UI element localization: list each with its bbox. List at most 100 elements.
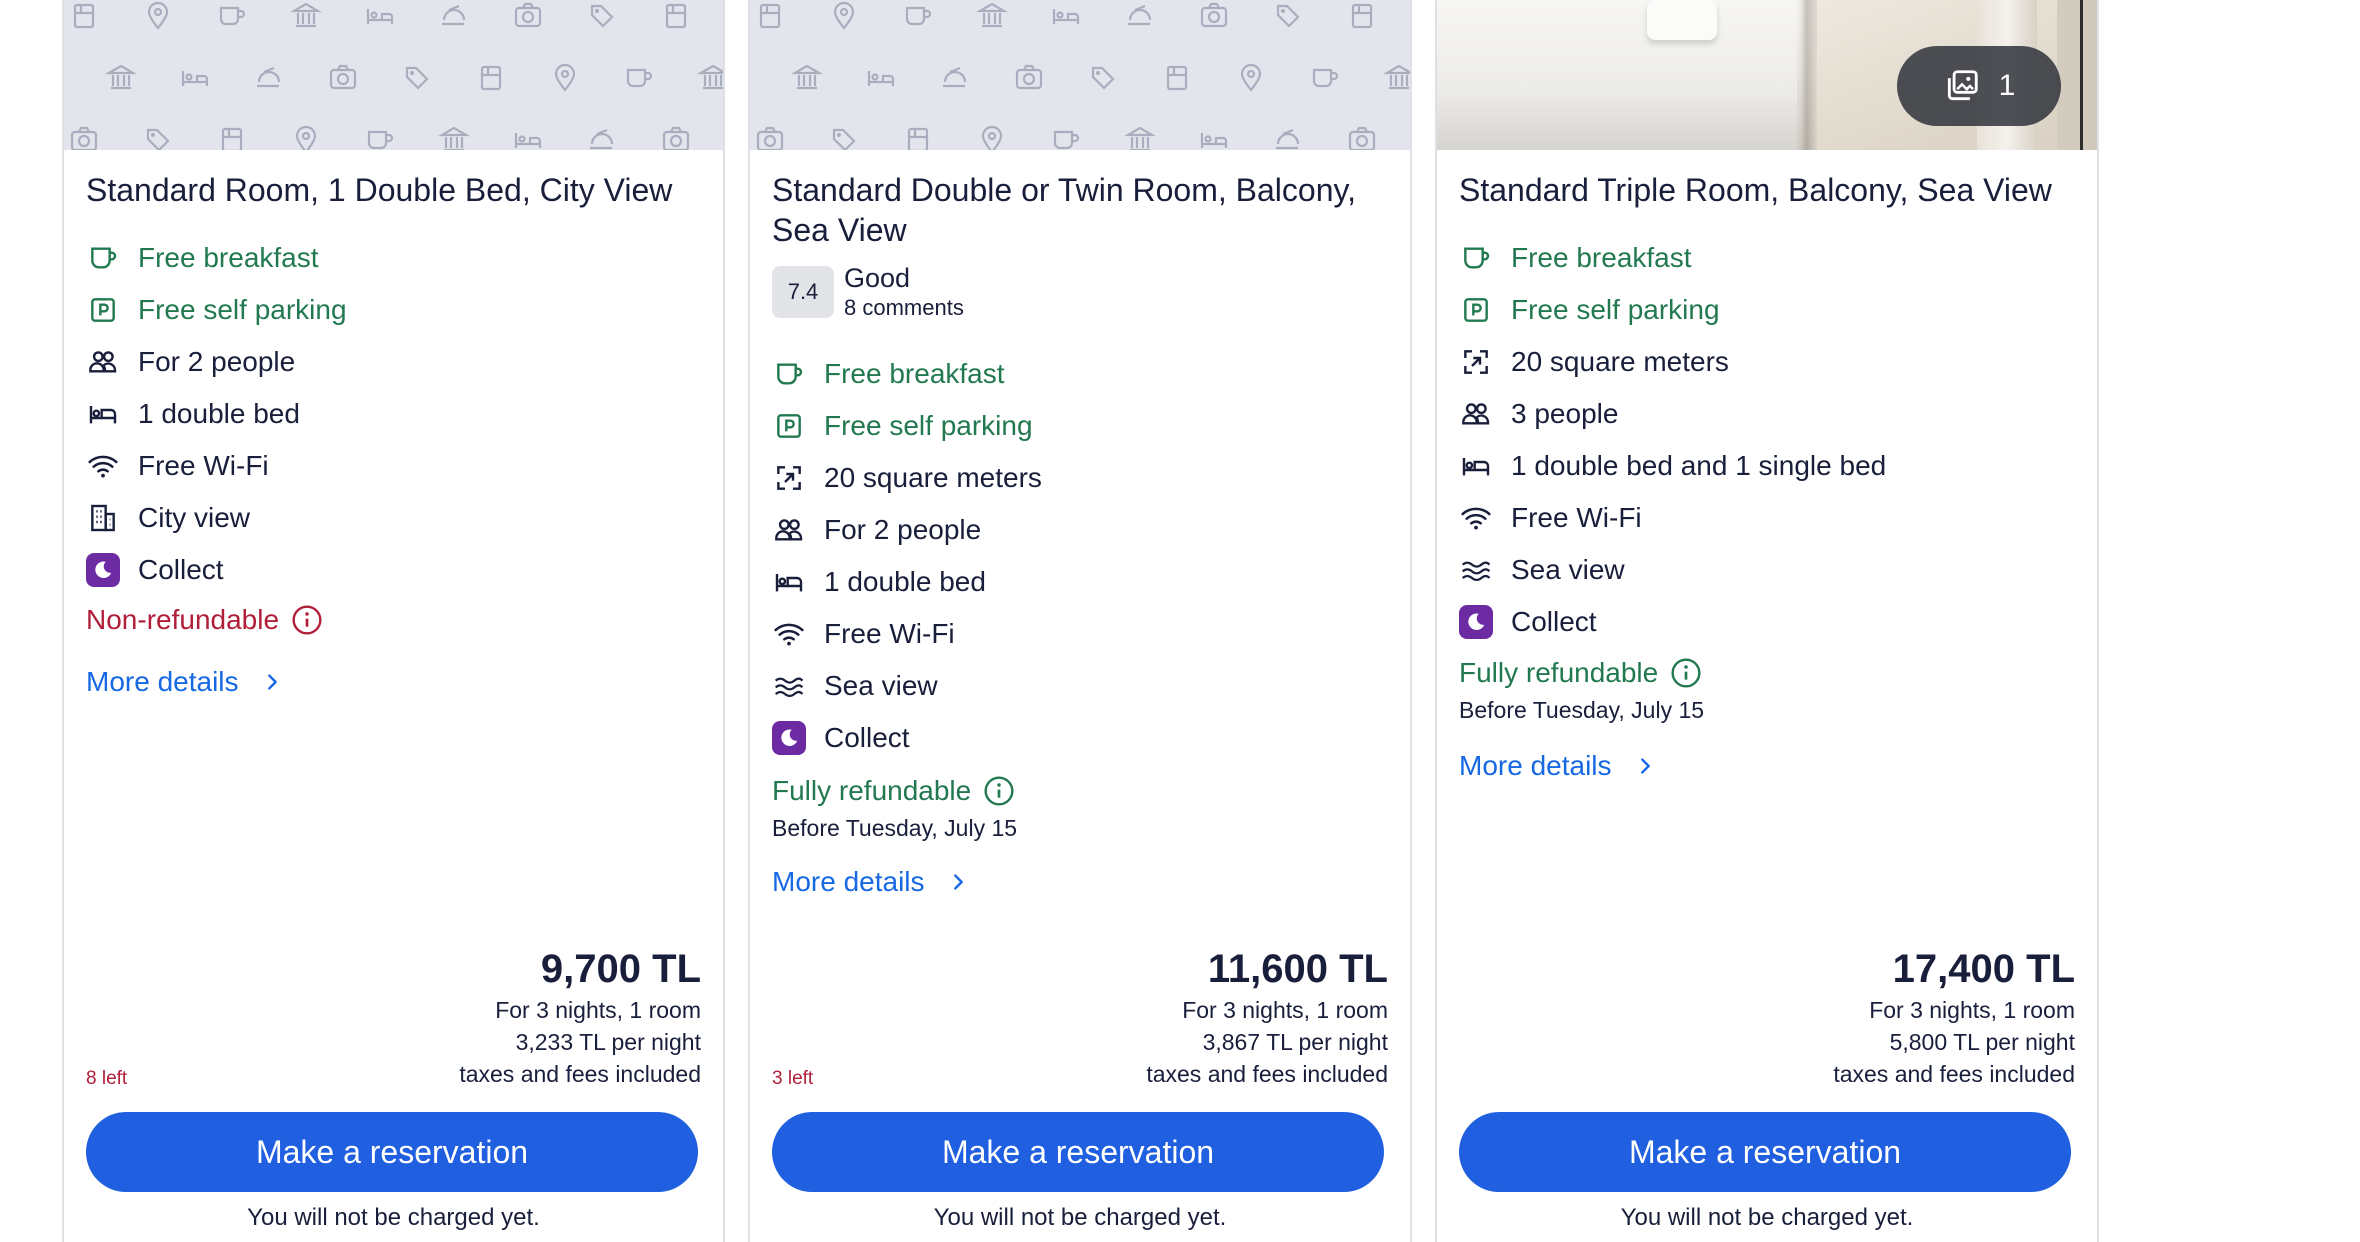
feature-label: Free self parking [1511, 294, 1720, 325]
price-per-night: 3,233 TL per night [515, 1029, 701, 1055]
parking-icon [1459, 293, 1493, 327]
feature-item: Sea view [772, 660, 1392, 712]
room-card: 1 Standard Triple Room, Balcony, Sea Vie… [1435, 0, 2099, 1242]
feature-label: 1 double bed and 1 single bed [1511, 450, 1887, 481]
feature-label: Free Wi-Fi [138, 450, 269, 481]
refund-label: Fully refundable [1459, 657, 1659, 688]
feature-item: Free self parking [1459, 284, 2079, 336]
room-photo[interactable]: 1 [1437, 0, 2097, 150]
make-reservation-button[interactable]: Make a reservation [1459, 1112, 2071, 1192]
feature-item: Free breakfast [86, 232, 706, 284]
coffee-icon [1459, 241, 1493, 275]
refund-status: Non-refundable [86, 604, 323, 636]
photo-gallery-button[interactable]: 1 [1897, 46, 2061, 126]
charge-note: You will not be charged yet. [933, 1204, 1227, 1231]
guest-rating[interactable]: 7.4 Good 8 comments [772, 262, 964, 322]
parking-icon [772, 409, 806, 443]
feature-label: Free self parking [138, 294, 347, 325]
people-icon [772, 513, 806, 547]
refund-label: Fully refundable [772, 775, 972, 806]
feature-label: For 2 people [138, 346, 296, 377]
more-details-label: More details [772, 866, 925, 897]
chevron-right-icon [267, 674, 277, 690]
refund-deadline: Before Tuesday, July 15 [772, 815, 1018, 841]
feature-item: Free breakfast [1459, 232, 2079, 284]
more-details-link[interactable]: More details [86, 666, 283, 698]
rating-count: 8 comments [844, 295, 964, 320]
make-reservation-button[interactable]: Make a reservation [86, 1112, 698, 1192]
feature-label: Free breakfast [824, 358, 1005, 389]
feature-label: 1 double bed [138, 398, 300, 429]
city-icon [86, 501, 120, 535]
placeholder-pattern [70, 1, 723, 150]
feature-item: 1 double bed [86, 388, 706, 440]
room-title: Standard Double or Twin Room, Balcony, S… [772, 172, 1357, 248]
refund-status: Fully refundable [1459, 657, 1702, 689]
info-icon[interactable] [1670, 657, 1702, 689]
feature-item: For 2 people [86, 336, 706, 388]
placeholder-pattern [756, 1, 1410, 150]
taxes-note: taxes and fees included [1833, 1061, 2075, 1087]
more-details-label: More details [1459, 750, 1612, 781]
info-icon[interactable] [983, 775, 1015, 807]
make-reservation-button[interactable]: Make a reservation [772, 1112, 1384, 1192]
feature-label: 1 double bed [824, 566, 986, 597]
feature-label: Collect [1511, 606, 1597, 637]
refund-deadline: Before Tuesday, July 15 [1459, 697, 1705, 723]
feature-item: 1 double bed [772, 556, 1392, 608]
rooms-left: 8 left [86, 1068, 128, 1089]
bed-icon [772, 565, 806, 599]
refund-label: Non-refundable [86, 604, 280, 635]
waves-icon [1459, 553, 1493, 587]
room-title: Standard Room, 1 Double Bed, City View [86, 172, 673, 208]
stay-length: For 3 nights, 1 room [495, 997, 701, 1023]
feature-item: Free Wi-Fi [772, 608, 1392, 660]
more-details-link[interactable]: More details [772, 866, 969, 898]
collect-moon-icon [86, 553, 120, 587]
wifi-icon [1459, 501, 1493, 535]
feature-item: Collect [772, 712, 1392, 764]
taxes-note: taxes and fees included [459, 1061, 701, 1087]
chevron-right-icon [1640, 758, 1650, 774]
chevron-right-icon [953, 874, 963, 890]
more-details-link[interactable]: More details [1459, 750, 1656, 782]
feature-list: Free breakfast Free self parking 20 square… [1459, 232, 2079, 648]
people-icon [86, 345, 120, 379]
expand-icon [772, 461, 806, 495]
feature-label: Free Wi-Fi [824, 618, 955, 649]
feature-item: 3 people [1459, 388, 2079, 440]
photo-bed [1437, 0, 1797, 150]
room-image-placeholder[interactable] [64, 0, 723, 150]
photo-count: 1 [1998, 69, 2016, 102]
feature-item: City view [86, 492, 706, 544]
feature-label: 3 people [1511, 398, 1619, 429]
feature-item: Free self parking [86, 284, 706, 336]
feature-label: Free breakfast [1511, 242, 1692, 273]
room-card: Standard Room, 1 Double Bed, City View F… [62, 0, 725, 1242]
feature-label: Free self parking [824, 410, 1033, 441]
wifi-icon [772, 617, 806, 651]
room-title: Standard Triple Room, Balcony, Sea View [1459, 172, 2052, 208]
refund-status: Fully refundable [772, 775, 1015, 807]
price-block: 9,700 TL For 3 nights, 1 room 3,233 TL p… [459, 944, 701, 1090]
price-block: 11,600 TL For 3 nights, 1 room 3,867 TL … [1146, 944, 1388, 1090]
wifi-icon [86, 449, 120, 483]
price-per-night: 5,800 TL per night [1889, 1029, 2075, 1055]
total-price: 9,700 TL [540, 947, 701, 991]
info-icon[interactable] [291, 604, 323, 636]
coffee-icon [86, 241, 120, 275]
feature-item: 20 square meters [772, 452, 1392, 504]
feature-label: Sea view [1511, 554, 1625, 585]
feature-label: 20 square meters [824, 462, 1042, 493]
charge-note: You will not be charged yet. [1620, 1204, 1914, 1231]
photo-edge [2080, 0, 2083, 150]
feature-label: City view [138, 502, 251, 533]
room-image-placeholder[interactable] [750, 0, 1410, 150]
feature-item: Free Wi-Fi [86, 440, 706, 492]
feature-label: For 2 people [824, 514, 982, 545]
feature-label: Free Wi-Fi [1511, 502, 1642, 533]
price-per-night: 3,867 TL per night [1202, 1029, 1388, 1055]
bed-icon [86, 397, 120, 431]
charge-note: You will not be charged yet. [247, 1204, 540, 1231]
feature-item: Free self parking [772, 400, 1392, 452]
